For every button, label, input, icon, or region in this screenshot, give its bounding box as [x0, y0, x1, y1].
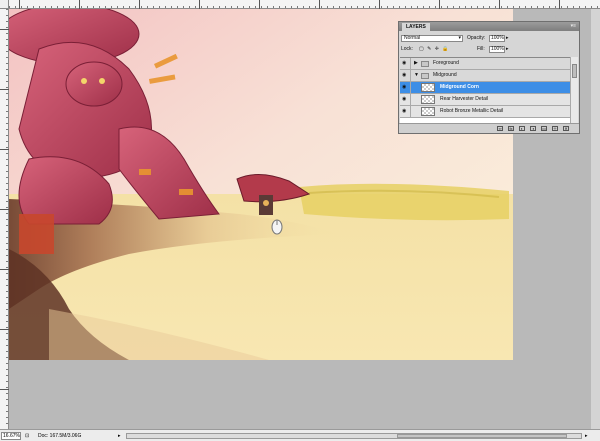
lock-row: Lock: ▢ ✎ ✛ 🔒 Fill: 100% ▸ [401, 45, 577, 54]
mask-icon[interactable]: ◐ [519, 126, 525, 131]
status-menu-arrow-icon[interactable]: ▸ [118, 432, 121, 440]
opacity-label: Opacity: [467, 35, 486, 41]
layers-scrollbar[interactable] [570, 57, 578, 125]
ruler-tick [0, 209, 9, 210]
vertical-ruler[interactable] [0, 9, 9, 429]
ruler-tick [19, 0, 20, 9]
layer-group-midground[interactable]: ◉ ▼ Midground [400, 70, 571, 82]
new-layer-icon[interactable]: ＋ [552, 126, 558, 131]
layers-panel-titlebar[interactable]: LAYERS ▾≡ [399, 22, 579, 31]
status-bar: 16.67% ⊡ Doc: 167.5M/3.06G ▸ ▸ [0, 429, 600, 441]
eye-icon: ◉ [402, 60, 407, 66]
visibility-toggle[interactable]: ◉ [400, 82, 411, 93]
visibility-toggle[interactable]: ◉ [400, 106, 411, 117]
ruler-tick [0, 269, 9, 270]
layer-rear-harvester-detail[interactable]: ◉ Rear Harvester Detail [400, 94, 571, 106]
layers-panel: LAYERS ▾≡ Normal ▾ Opacity: 100% ▸ Lock:… [398, 21, 580, 134]
ruler-tick [139, 0, 140, 9]
layers-scroll-thumb[interactable] [572, 64, 577, 78]
fill-field[interactable]: 100% [489, 46, 505, 53]
vertical-scrollbar[interactable] [591, 9, 600, 429]
horizontal-ruler[interactable] [9, 0, 600, 9]
layer-robot-bronze-metallic-detail[interactable]: ◉ Robot Bronze Metallic Detail [400, 106, 571, 118]
layer-name: Midground [433, 72, 457, 78]
expand-triangle-icon[interactable]: ▶ [414, 61, 418, 66]
ruler-origin[interactable] [0, 0, 9, 9]
layer-name: Robot Bronze Metallic Detail [440, 108, 504, 114]
document-info: Doc: 167.5M/3.06G [38, 433, 82, 439]
folder-icon [421, 73, 429, 79]
layer-name: Foreground [433, 60, 459, 66]
ruler-tick [0, 29, 9, 30]
layer-thumbnail [421, 107, 435, 116]
visibility-toggle[interactable]: ◉ [400, 58, 411, 69]
fx-icon[interactable]: fx [508, 126, 514, 131]
eye-icon: ◉ [402, 72, 407, 78]
chevron-down-icon: ▾ [458, 35, 461, 41]
blend-row: Normal ▾ Opacity: 100% ▸ [401, 34, 577, 43]
layer-thumbnail [421, 83, 435, 92]
fill-label: Fill: [477, 46, 485, 52]
opacity-slider-arrow-icon[interactable]: ▸ [506, 34, 509, 43]
ruler-tick [319, 0, 320, 9]
ruler-tick [379, 0, 380, 9]
tab-layers[interactable]: LAYERS [402, 23, 430, 31]
trash-icon[interactable]: ✕ [563, 126, 569, 131]
panel-menu-icon[interactable]: ▾≡ [571, 24, 576, 29]
folder-icon[interactable]: ▭ [541, 126, 547, 131]
blend-mode-select[interactable]: Normal ▾ [401, 35, 463, 42]
ruler-tick [559, 0, 560, 9]
status-icon[interactable]: ⊡ [25, 432, 29, 440]
ruler-tick [199, 0, 200, 9]
eye-icon: ◉ [402, 84, 407, 90]
layer-midground-corn[interactable]: ◉ Midground Corn [400, 82, 571, 94]
zoom-level-field[interactable]: 16.67% [1, 432, 21, 440]
horizontal-scroll-thumb[interactable] [397, 434, 567, 438]
eye-icon: ◉ [402, 96, 407, 102]
opacity-field[interactable]: 100% [489, 35, 505, 42]
ruler-tick [0, 329, 9, 330]
layer-group-foreground[interactable]: ◉ ▶ Foreground [400, 58, 571, 70]
link-icon[interactable]: ∞ [497, 126, 503, 131]
ruler-tick [79, 0, 80, 9]
ruler-tick [259, 0, 260, 9]
ruler-tick [0, 89, 9, 90]
visibility-toggle[interactable]: ◉ [400, 94, 411, 105]
fill-slider-arrow-icon[interactable]: ▸ [506, 45, 509, 54]
adjustment-icon[interactable]: ◑ [530, 126, 536, 131]
eye-icon: ◉ [402, 108, 407, 114]
layers-bottom-toolbar: ∞ fx ◐ ◑ ▭ ＋ ✕ [399, 123, 579, 133]
ruler-tick [0, 389, 9, 390]
folder-icon [421, 61, 429, 67]
lock-icons[interactable]: ▢ ✎ ✛ 🔒 [419, 45, 450, 54]
layer-name: Midground Corn [440, 84, 479, 90]
blend-mode-value: Normal [404, 35, 421, 41]
lock-label: Lock: [401, 46, 413, 52]
horizontal-scrollbar[interactable] [126, 433, 582, 439]
layer-list: ◉ ▶ Foreground ◉ ▼ Midground ◉ Midground… [400, 57, 571, 126]
layer-thumbnail [421, 95, 435, 104]
collapse-triangle-icon[interactable]: ▼ [414, 73, 419, 78]
ruler-tick [439, 0, 440, 9]
ruler-tick [0, 149, 9, 150]
layer-name: Rear Harvester Detail [440, 96, 489, 102]
visibility-toggle[interactable]: ◉ [400, 70, 411, 81]
scroll-right-arrow-icon[interactable]: ▸ [585, 432, 588, 440]
ruler-tick [499, 0, 500, 9]
